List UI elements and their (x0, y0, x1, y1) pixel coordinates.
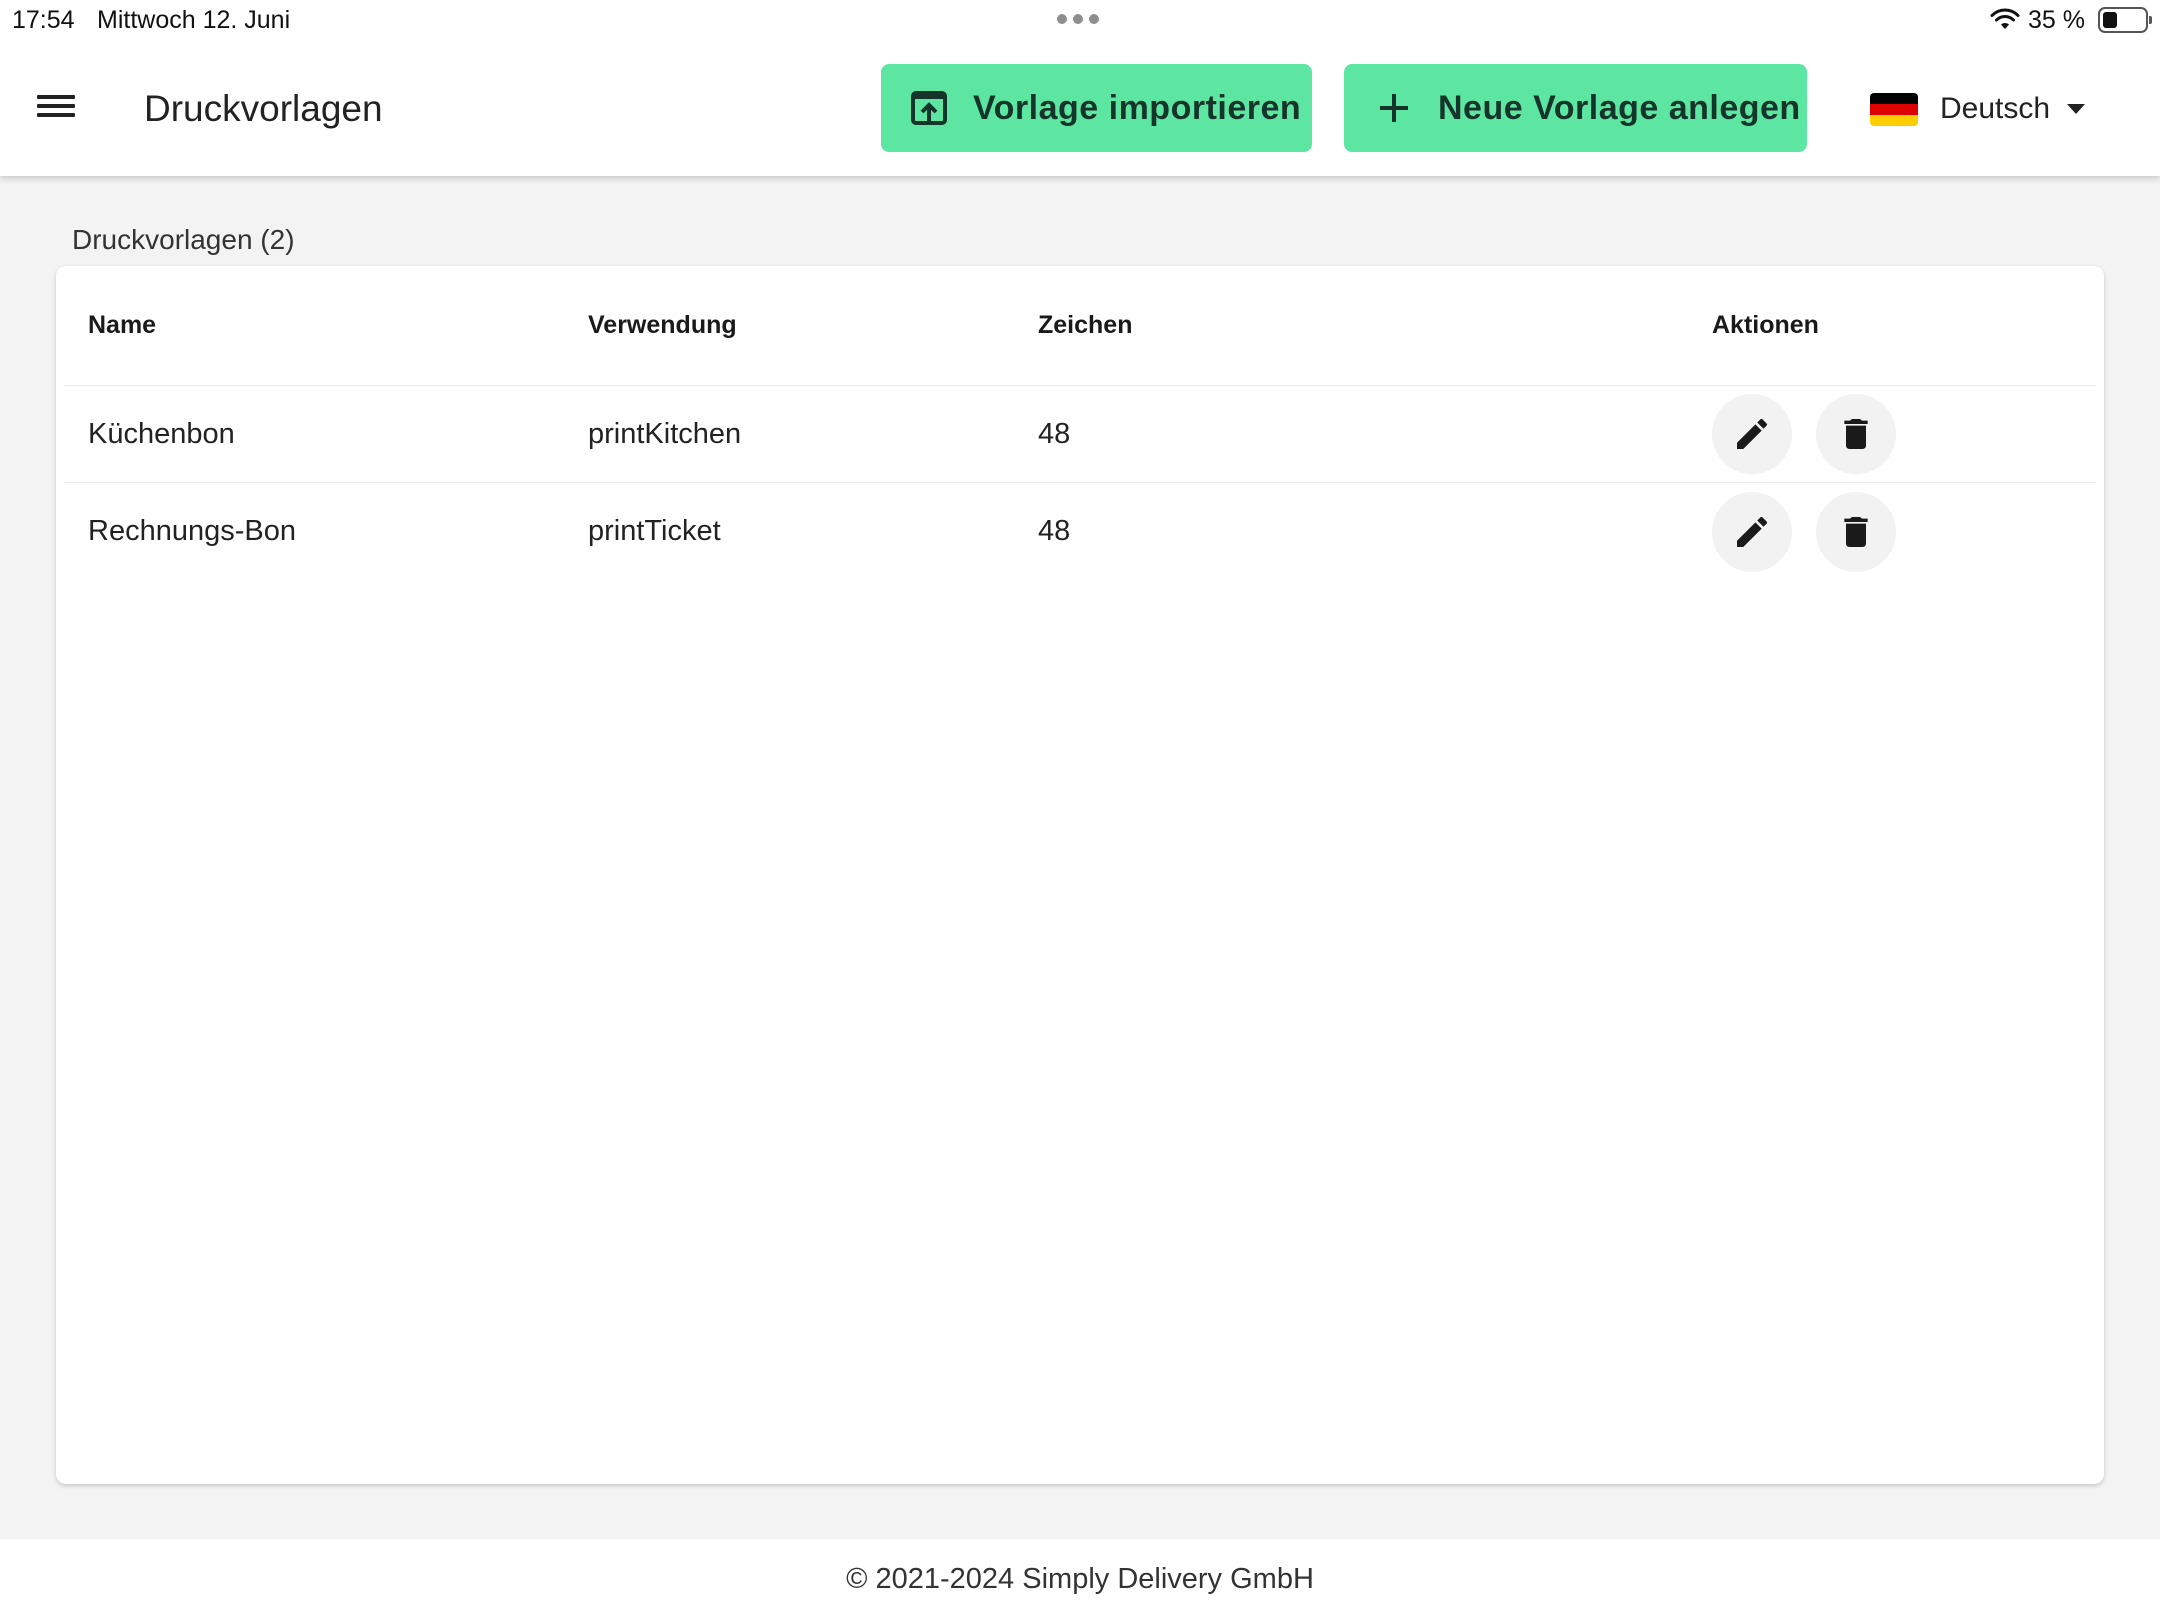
trash-icon (1844, 516, 1868, 547)
table-row[interactable]: Küchenbon printKitchen 48 (64, 386, 2096, 483)
edit-button[interactable] (1712, 491, 1792, 572)
template-usage: printKitchen (588, 417, 742, 450)
import-template-label: Vorlage importieren (973, 88, 1302, 127)
template-usage: printTicket (588, 515, 721, 547)
table-header: Name Verwendung Zeichen Aktionen (64, 266, 2096, 386)
flag-stripe (1870, 92, 1918, 104)
row-actions (1712, 386, 1920, 482)
wifi-icon (1990, 8, 2020, 29)
delete-button[interactable] (1816, 491, 1896, 572)
templates-table-card: Name Verwendung Zeichen Aktionen Küchenb… (56, 266, 2104, 1484)
app-header: Druckvorlagen Vorlage importieren Neue V… (0, 40, 2160, 176)
language-select[interactable]: Deutsch (1870, 84, 2088, 134)
hamburger-menu-icon[interactable] (30, 86, 82, 126)
pencil-icon (1737, 516, 1768, 547)
german-flag-icon (1870, 92, 1918, 126)
battery-percent: 35 % (2028, 6, 2085, 34)
status-time: 17:54 (12, 6, 75, 34)
template-chars: 48 (1038, 417, 1071, 450)
new-template-button[interactable]: Neue Vorlage anlegen (1344, 64, 1807, 152)
table-row[interactable]: Rechnungs-Bon printTicket 48 (64, 483, 2096, 580)
battery-icon (2098, 7, 2152, 33)
trash-icon (1844, 419, 1868, 449)
new-template-label: Neue Vorlage anlegen (1438, 88, 1801, 127)
template-name: Rechnungs-Bon (88, 515, 296, 547)
dropdown-caret-icon (2067, 104, 2086, 114)
template-chars: 48 (1038, 515, 1071, 547)
pencil-icon (1737, 418, 1768, 449)
section-title: Druckvorlagen (2) (72, 224, 295, 255)
language-label: Deutsch (1940, 92, 2051, 125)
delete-button[interactable] (1816, 394, 1896, 474)
flag-stripe (1870, 114, 1918, 126)
column-header-actions: Aktionen (1712, 311, 1819, 339)
plus-icon (1374, 88, 1414, 128)
page-title: Druckvorlagen (144, 88, 383, 129)
status-date: Mittwoch 12. Juni (97, 6, 291, 34)
template-name: Küchenbon (88, 417, 235, 450)
import-template-button[interactable]: Vorlage importieren (881, 64, 1312, 152)
upload-icon (909, 88, 949, 128)
row-actions (1712, 483, 1920, 580)
column-header-chars[interactable]: Zeichen (1038, 266, 1132, 385)
column-header-name[interactable]: Name (88, 266, 156, 385)
multitasking-dots-icon[interactable] (1057, 14, 1099, 24)
status-bar: 17:54 Mittwoch 12. Juni 35 % (0, 0, 2160, 40)
copyright-text: © 2021-2024 Simply Delivery GmbH (846, 1563, 1314, 1595)
flag-stripe (1870, 103, 1918, 115)
footer: © 2021-2024 Simply Delivery GmbH (0, 1539, 2160, 1620)
edit-button[interactable] (1712, 394, 1792, 474)
column-header-usage[interactable]: Verwendung (588, 266, 737, 385)
